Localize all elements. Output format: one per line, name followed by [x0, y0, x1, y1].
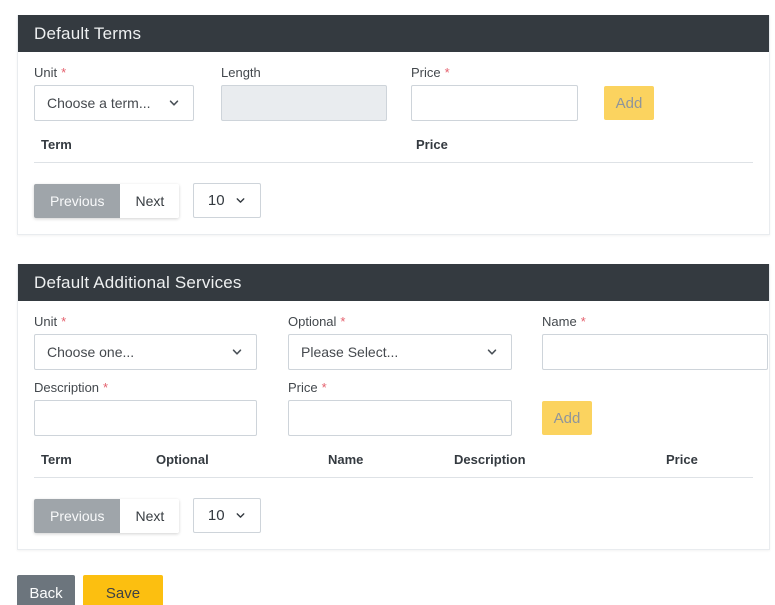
services-unit-select[interactable]: Choose one...	[34, 334, 257, 370]
terms-pager-group: Previous Next	[34, 184, 179, 218]
terms-column-term: Term	[34, 137, 409, 152]
additional-services-body: Unit* Choose one... Optional* Please Sel…	[18, 301, 769, 549]
required-asterisk: *	[61, 65, 66, 80]
terms-next-button[interactable]: Next	[120, 184, 179, 218]
page: Default Terms Unit* Choose a term... Len…	[0, 0, 775, 605]
save-button[interactable]: Save	[83, 575, 163, 605]
services-description-label: Description*	[34, 380, 257, 395]
services-name-input[interactable]	[542, 334, 768, 370]
terms-column-price: Price	[409, 137, 753, 152]
services-fields-row-2: Description* Price* Add	[34, 380, 769, 436]
services-unit-label: Unit*	[34, 314, 257, 329]
required-asterisk: *	[322, 380, 327, 395]
services-optional-label: Optional*	[288, 314, 512, 329]
services-add-button[interactable]: Add	[542, 401, 592, 435]
services-table-header: Term Optional Name Description Price	[34, 452, 753, 478]
terms-page-size-value: 10	[208, 192, 225, 209]
services-optional-field: Optional* Please Select...	[288, 314, 512, 370]
services-column-optional: Optional	[149, 452, 321, 467]
footer-actions: Back Save	[17, 575, 775, 605]
required-asterisk: *	[581, 314, 586, 329]
terms-unit-label: Unit*	[34, 65, 194, 80]
services-name-label: Name*	[542, 314, 768, 329]
services-previous-button[interactable]: Previous	[34, 499, 120, 533]
services-description-field: Description*	[34, 380, 257, 436]
default-terms-header: Default Terms	[18, 15, 769, 52]
services-unit-selected-value: Choose one...	[47, 344, 134, 360]
services-column-price: Price	[659, 452, 753, 467]
required-asterisk: *	[61, 314, 66, 329]
terms-unit-field: Unit* Choose a term...	[34, 65, 194, 121]
default-additional-services-panel: Default Additional Services Unit* Choose…	[17, 264, 770, 550]
services-name-field: Name*	[542, 314, 768, 370]
services-price-field: Price*	[288, 380, 512, 436]
services-column-term: Term	[34, 452, 149, 467]
services-pager-group: Previous Next	[34, 499, 179, 533]
services-optional-select[interactable]: Please Select...	[288, 334, 512, 370]
terms-add-button[interactable]: Add	[604, 86, 654, 120]
services-price-label: Price*	[288, 380, 512, 395]
services-fields-row-1: Unit* Choose one... Optional* Please Sel…	[34, 314, 769, 370]
chevron-down-icon	[234, 194, 247, 207]
services-pagination: Previous Next 10	[34, 498, 769, 533]
terms-length-label: Length	[221, 65, 387, 80]
services-unit-field: Unit* Choose one...	[34, 314, 257, 370]
default-terms-body: Unit* Choose a term... Length Price*	[18, 52, 769, 234]
services-price-input[interactable]	[288, 400, 512, 436]
chevron-down-icon	[485, 345, 499, 359]
chevron-down-icon	[167, 96, 181, 110]
terms-price-field: Price*	[411, 65, 578, 121]
default-terms-title: Default Terms	[34, 24, 141, 44]
additional-services-title: Default Additional Services	[34, 273, 242, 293]
terms-unit-select[interactable]: Choose a term...	[34, 85, 194, 121]
terms-previous-button[interactable]: Previous	[34, 184, 120, 218]
terms-price-input[interactable]	[411, 85, 578, 121]
terms-fields-row: Unit* Choose a term... Length Price*	[34, 65, 769, 121]
back-button[interactable]: Back	[17, 575, 75, 605]
required-asterisk: *	[103, 380, 108, 395]
terms-pagination: Previous Next 10	[34, 183, 769, 218]
terms-unit-selected-value: Choose a term...	[47, 95, 151, 111]
services-column-description: Description	[447, 452, 659, 467]
services-optional-selected-value: Please Select...	[301, 344, 398, 360]
services-page-size-value: 10	[208, 507, 225, 524]
terms-length-input	[221, 85, 387, 121]
terms-table-header: Term Price	[34, 137, 753, 163]
chevron-down-icon	[234, 509, 247, 522]
terms-page-size-select[interactable]: 10	[193, 183, 261, 218]
services-column-name: Name	[321, 452, 447, 467]
chevron-down-icon	[230, 345, 244, 359]
default-terms-panel: Default Terms Unit* Choose a term... Len…	[17, 15, 770, 235]
required-asterisk: *	[340, 314, 345, 329]
services-page-size-select[interactable]: 10	[193, 498, 261, 533]
additional-services-header: Default Additional Services	[18, 264, 769, 301]
services-next-button[interactable]: Next	[120, 499, 179, 533]
terms-length-field: Length	[221, 65, 387, 121]
terms-price-label: Price*	[411, 65, 578, 80]
required-asterisk: *	[445, 65, 450, 80]
services-description-input[interactable]	[34, 400, 257, 436]
